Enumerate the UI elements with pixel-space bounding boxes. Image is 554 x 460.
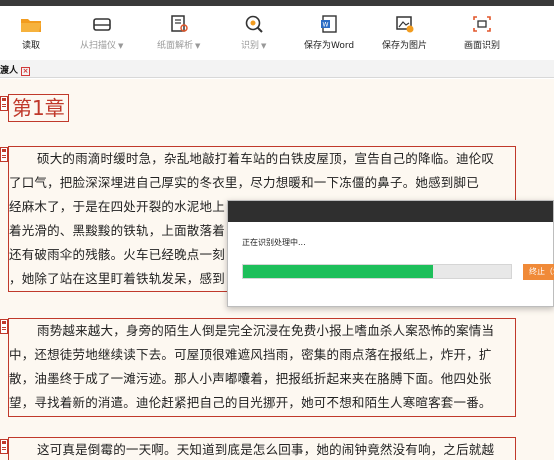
progress-bar (242, 264, 512, 279)
save-image-button[interactable]: 保存为图片 (382, 14, 427, 51)
progress-message: 正在识别处理中... (242, 238, 306, 247)
stop-button[interactable]: 终止（S） (523, 264, 554, 280)
scan-button[interactable]: 从扫描仪 ▼ (80, 14, 123, 51)
text-line: 硕大的雨滴时缓时急，杂乱地敲打着车站的白铁皮屋顶，宣告自己的降临。迪伦叹 (37, 151, 495, 166)
tab-label: 渡人 (0, 66, 19, 76)
recognize-button[interactable]: 识别 ▼ (241, 14, 266, 51)
text-block-marker-icon (0, 319, 8, 334)
search-recognize-icon (245, 15, 263, 33)
save-word-button[interactable]: W 保存为Word (304, 14, 354, 51)
tab-document[interactable]: 渡人 × (0, 62, 34, 77)
dialog-title-bar[interactable] (228, 201, 553, 222)
text-block-paragraph-2: 雨势越来越大，身旁的陌生人倒是完全沉浸在免费小报上嗜血杀人案恐怖的案情当 中，还… (8, 318, 516, 417)
svg-text:W: W (323, 22, 329, 29)
text-line: 望，寻找着新的消遣。迪伦赶紧把自己的目光挪开，她可不想和陌生人寒暄客套一番。 (9, 395, 492, 410)
text-line: 雨势越来越大，身旁的陌生人倒是完全沉浸在免费小报上嗜血杀人案恐怖的案情当 (37, 323, 495, 338)
word-document-icon: W (321, 15, 337, 33)
text-line: 中，还想徒劳地继续读下去。可屋顶很难遮风挡雨，密集的雨点落在报纸上，炸开，扩 (9, 347, 492, 362)
progress-fill (243, 265, 434, 278)
document-parse-icon (170, 15, 188, 32)
toolbar: 读取 从扫描仪 ▼ 纸面解析 ▼ 识别 ▼ W 保存为Word 保存为图片 画面… (0, 6, 554, 60)
text-line: 了口气，把脸深深埋进自己厚实的冬衣里，尽力想暖和一下冻僵的鼻子。她感到脚已 (9, 175, 479, 190)
close-icon[interactable]: × (21, 67, 31, 76)
text-block-marker-icon (0, 439, 8, 454)
chevron-down-icon: ▼ (195, 42, 201, 50)
text-block-paragraph-3: 这可真是倒霉的一天啊。天知道到底是怎么回事，她的闹钟竟然没有响，之后就越 (8, 437, 516, 460)
chevron-down-icon: ▼ (261, 42, 267, 50)
document-tab-bar: 渡人 × (0, 60, 554, 78)
image-save-icon (395, 16, 413, 33)
chapter-title: 第1章 (8, 94, 69, 122)
text-block-marker-icon (0, 147, 8, 162)
text-block-marker-icon (0, 96, 8, 111)
chevron-down-icon: ▼ (118, 42, 124, 50)
screen-capture-icon (473, 16, 491, 32)
text-line: 这可真是倒霉的一天啊。天知道到底是怎么回事，她的闹钟竟然没有响，之后就越 (37, 442, 495, 457)
folder-open-icon (21, 19, 41, 32)
text-line: 散，油墨终于成了一滩污迹。那人小声嘟囔着，把报纸折起来夹在胳膊下面。他四处张 (9, 371, 492, 386)
read-button[interactable]: 读取 (20, 14, 42, 51)
scanner-icon (92, 18, 111, 31)
screen-ocr-button[interactable]: 画面识别 (464, 14, 500, 51)
ocr-progress-dialog: 正在识别处理中... 终止（S） (227, 200, 554, 307)
parse-button[interactable]: 纸面解析 ▼ (157, 14, 200, 51)
